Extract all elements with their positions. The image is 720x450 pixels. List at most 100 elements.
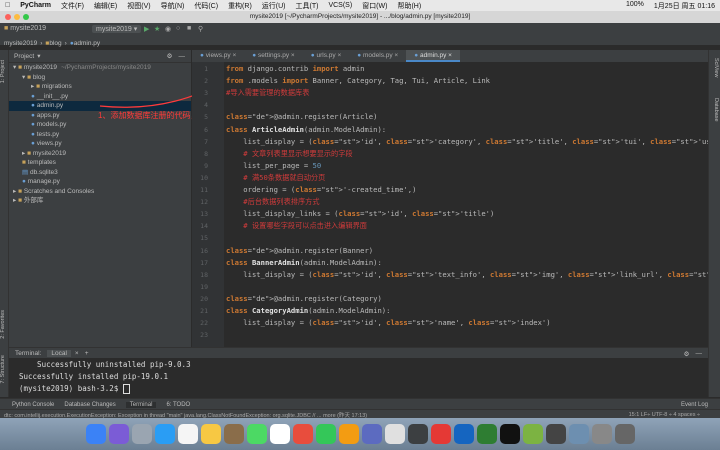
menu-tools[interactable]: 工具(T): [291, 1, 324, 11]
crumb-blog[interactable]: blog: [49, 40, 61, 47]
stop-icon[interactable]: ■: [187, 25, 191, 32]
dock-app-icon[interactable]: [154, 424, 175, 444]
dock-app-icon[interactable]: [614, 424, 635, 444]
tree-item[interactable]: ● __init__.py: [9, 92, 191, 102]
coverage-icon[interactable]: ◉: [165, 25, 171, 33]
dock-app-icon[interactable]: [292, 424, 313, 444]
dock-app-icon[interactable]: [545, 424, 566, 444]
menu-run[interactable]: 运行(U): [257, 1, 291, 11]
dock-app-icon[interactable]: [246, 424, 267, 444]
tab-models[interactable]: ● models.py ×: [349, 50, 406, 62]
dock-app-icon[interactable]: [177, 424, 198, 444]
caret-position[interactable]: 15:1 LF÷ UTF-8 ÷ 4 spaces ÷: [629, 412, 700, 418]
code-line[interactable]: list_display = (class="st">'id', class="…: [226, 270, 708, 279]
database-changes-button[interactable]: Database Changes: [64, 402, 115, 408]
dock-app-icon[interactable]: [85, 424, 106, 444]
chevron-down-icon[interactable]: ▾: [37, 52, 40, 60]
gear-icon[interactable]: ⚙: [167, 52, 173, 60]
dock-app-icon[interactable]: [269, 424, 290, 444]
project-view-select[interactable]: Project: [14, 53, 34, 60]
todo-button[interactable]: 6: TODO: [166, 402, 190, 408]
dock-app-icon[interactable]: [338, 424, 359, 444]
dock-app-icon[interactable]: [315, 424, 336, 444]
tree-item[interactable]: ● views.py: [9, 139, 191, 149]
tree-item[interactable]: ▾ ■ blog: [9, 73, 191, 83]
tree-item[interactable]: ▤ db.sqlite3: [9, 168, 191, 178]
hide-panel-icon[interactable]: —: [179, 53, 186, 60]
code-line[interactable]: #后台数据列表排序方式: [226, 197, 319, 207]
code-line[interactable]: from .models import Banner, Category, Ta…: [226, 76, 490, 85]
dock-app-icon[interactable]: [384, 424, 405, 444]
code-line[interactable]: # 满50条数据就自动分页: [226, 173, 325, 183]
app-menu[interactable]: PyCharm: [15, 2, 56, 9]
tree-item[interactable]: ▾ ■ mysite2019 ~/PycharmProjects/mysite20…: [9, 63, 191, 73]
run-icon[interactable]: ▶: [144, 25, 149, 33]
code-line[interactable]: class BannerAdmin(admin.ModelAdmin):: [226, 258, 382, 267]
tool-structure[interactable]: 7: Structure: [0, 355, 8, 383]
tree-item[interactable]: ● models.py: [9, 120, 191, 130]
code-line[interactable]: class="de">@admin.register(Article): [226, 112, 377, 121]
code-line[interactable]: class="de">@admin.register(Category): [226, 294, 382, 303]
dock-app-icon[interactable]: [200, 424, 221, 444]
tab-urls[interactable]: ● urls.py ×: [303, 50, 350, 62]
zoom-window-button[interactable]: [23, 14, 29, 20]
tab-admin[interactable]: ● admin.py ×: [406, 50, 460, 62]
new-terminal-icon[interactable]: +: [85, 350, 89, 357]
code-editor[interactable]: from django.contrib import admin from .mo…: [224, 62, 708, 347]
hide-panel-icon[interactable]: —: [696, 350, 703, 357]
dock-app-icon[interactable]: [223, 424, 244, 444]
tree-item[interactable]: ▸ ■ 外部库: [9, 196, 191, 206]
event-log-button[interactable]: Event Log: [681, 402, 708, 408]
code-line[interactable]: # 文章列表里显示想要显示的字段: [226, 149, 352, 159]
menu-code[interactable]: 代码(C): [189, 1, 223, 11]
code-line[interactable]: ordering = (class="st">'-created_time',): [226, 185, 416, 194]
debug-icon[interactable]: ★: [154, 25, 160, 33]
menu-help[interactable]: 帮助(H): [392, 1, 426, 11]
dock-app-icon[interactable]: [407, 424, 428, 444]
tool-database[interactable]: Database: [711, 98, 719, 122]
code-line[interactable]: from django.contrib import admin: [226, 64, 365, 73]
code-line[interactable]: #导入需要管理的数据库表: [226, 88, 309, 98]
menu-file[interactable]: 文件(F): [56, 1, 89, 11]
code-line[interactable]: list_display_links = (class="st">'id', c…: [226, 209, 494, 218]
run-config-select[interactable]: mysite2019 ▾: [92, 25, 142, 33]
gear-icon[interactable]: ⚙: [684, 350, 690, 358]
dock-app-icon[interactable]: [568, 424, 589, 444]
menu-edit[interactable]: 编辑(E): [89, 1, 122, 11]
tree-item[interactable]: ● tests.py: [9, 130, 191, 140]
crumb-project[interactable]: mysite2019: [0, 40, 37, 47]
dock-app-icon[interactable]: [131, 424, 152, 444]
menu-refactor[interactable]: 重构(R): [223, 1, 257, 11]
python-console-button[interactable]: Python Console: [12, 402, 54, 408]
search-everywhere-icon[interactable]: ⚲: [198, 25, 203, 33]
apple-icon[interactable]: : [0, 2, 15, 9]
breadcrumb-project[interactable]: ■ mysite2019: [4, 25, 46, 32]
code-line[interactable]: class ArticleAdmin(admin.ModelAdmin):: [226, 125, 386, 134]
tab-views[interactable]: ● views.py ×: [192, 50, 244, 62]
tree-item[interactable]: ▸ ■ Scratches and Consoles: [9, 187, 191, 197]
close-icon[interactable]: ×: [75, 350, 79, 357]
dock-app-icon[interactable]: [361, 424, 382, 444]
terminal-tab-local[interactable]: Local: [47, 350, 71, 357]
crumb-admin[interactable]: admin.py: [74, 40, 100, 47]
menu-view[interactable]: 视图(V): [122, 1, 155, 11]
tree-item[interactable]: ■ templates: [9, 158, 191, 168]
tool-project[interactable]: 1: Project: [0, 60, 8, 83]
terminal-output[interactable]: Successfully uninstalled pip-9.0.3 Succe…: [9, 358, 708, 398]
profile-icon[interactable]: ○: [176, 25, 180, 32]
dock-app-icon[interactable]: [430, 424, 451, 444]
clock[interactable]: 1月25日 周五 01:16: [649, 1, 720, 11]
tree-item[interactable]: ▸ ■ mysite2019: [9, 149, 191, 159]
menu-vcs[interactable]: VCS(S): [323, 2, 357, 9]
battery-status[interactable]: 100%: [621, 1, 649, 11]
code-line[interactable]: list_per_page = 50: [226, 161, 321, 170]
minimize-window-button[interactable]: [14, 14, 20, 20]
code-line[interactable]: class CategoryAdmin(admin.ModelAdmin):: [226, 306, 390, 315]
tree-item[interactable]: ▸ ■ migrations: [9, 82, 191, 92]
menu-window[interactable]: 窗口(W): [357, 1, 392, 11]
close-window-button[interactable]: [5, 14, 11, 20]
tree-item[interactable]: ● manage.py: [9, 177, 191, 187]
tab-settings[interactable]: ● settings.py ×: [244, 50, 302, 62]
code-line[interactable]: list_display = (class="st">'id', class="…: [226, 318, 550, 327]
dock-app-icon[interactable]: [453, 424, 474, 444]
